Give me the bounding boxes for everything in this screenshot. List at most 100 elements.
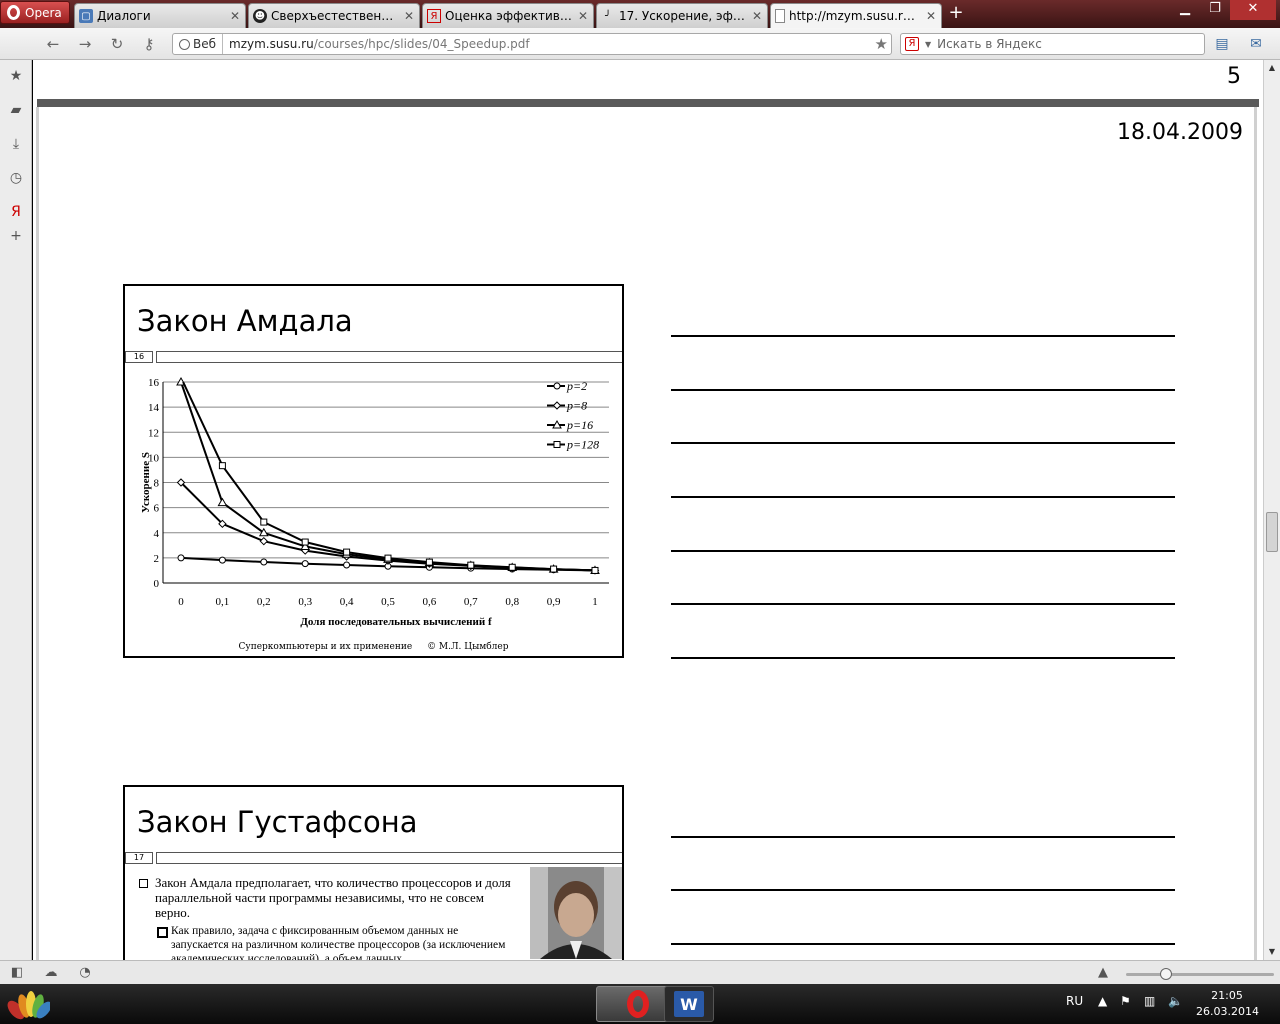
legend-marker xyxy=(553,441,561,448)
legend-marker xyxy=(553,382,561,390)
note-line xyxy=(671,442,1175,444)
slide-title-bar xyxy=(156,852,622,864)
add-panel-button[interactable]: + xyxy=(6,226,26,246)
zoom-menu-button[interactable]: ▲ xyxy=(1094,964,1112,982)
legend-label: p=16 xyxy=(566,418,593,432)
zoom-slider[interactable] xyxy=(1126,968,1274,980)
data-point xyxy=(218,556,226,564)
note-line xyxy=(671,836,1175,838)
plus-icon: + xyxy=(10,228,22,244)
series-line-p=128 xyxy=(182,381,596,572)
system-clock[interactable]: 21:05 26.03.2014 xyxy=(1196,988,1259,1020)
history-panel-button[interactable]: ◷ xyxy=(6,168,26,188)
new-tab-button[interactable]: + xyxy=(946,4,966,24)
close-icon[interactable]: ✕ xyxy=(229,9,241,23)
note-line xyxy=(671,889,1175,891)
bookmark-star-icon[interactable]: ★ xyxy=(875,35,888,53)
close-window-button[interactable]: ✕ xyxy=(1230,0,1276,20)
back-button[interactable]: ← xyxy=(42,34,64,54)
dialog-icon: ▢ xyxy=(79,9,93,23)
back-arrow-icon: ← xyxy=(46,35,60,53)
reload-button[interactable]: ↻ xyxy=(106,34,128,54)
bookmarks-panel-button[interactable]: ★ xyxy=(6,66,26,86)
scroll-down-arrow-icon[interactable]: ▼ xyxy=(1264,944,1280,960)
portrait-photo xyxy=(530,867,622,959)
y-tick-label: 4 xyxy=(154,528,160,540)
show-hidden-icons[interactable]: ▲ xyxy=(1098,994,1107,1008)
language-indicator[interactable]: RU xyxy=(1066,994,1083,1008)
tab-supernatural[interactable]: ☻ Сверхъестественное (... ✕ xyxy=(248,3,420,28)
opera-menu-button[interactable]: Opera xyxy=(0,1,70,24)
unite-button[interactable]: ☁ xyxy=(42,964,60,982)
action-center-icon[interactable]: ⚑ xyxy=(1120,994,1131,1008)
forward-button[interactable]: → xyxy=(74,34,96,54)
x-tick-label: 0,2 xyxy=(257,596,271,608)
status-bar: ◧ ☁ ◔ ▲ xyxy=(0,960,1280,984)
close-icon[interactable]: ✕ xyxy=(577,9,589,23)
opera-menu-label: Opera xyxy=(25,5,62,20)
slide-bullets: Закон Амдала предполагает, что количеств… xyxy=(137,875,517,960)
notes-panel-button[interactable]: ▰ xyxy=(6,100,26,120)
close-icon[interactable]: ✕ xyxy=(403,9,415,23)
downloads-panel-button[interactable]: ⤓ xyxy=(6,134,26,154)
globe-icon xyxy=(179,38,190,50)
y-tick-label: 16 xyxy=(148,377,160,389)
yandex-panel-button[interactable]: Я xyxy=(6,202,26,222)
mail-button[interactable]: ✉ xyxy=(1246,34,1266,54)
panel-toggle-button[interactable]: ◧ xyxy=(8,964,26,982)
pdf-viewer: 5 18.04.2009 Закон Амдала 16 0 2 4 6 8 10 12 14… xyxy=(33,60,1263,960)
yandex-search-icon: Я xyxy=(905,37,919,51)
tab-speedup[interactable]: ╯ 17. Ускорение, эффек... ✕ xyxy=(596,3,768,28)
data-point xyxy=(260,558,268,566)
close-icon[interactable]: ✕ xyxy=(925,9,937,23)
tab-pdf[interactable]: http://mzym.susu.ru/c... ✕ xyxy=(770,3,942,28)
speed-dial-button[interactable]: ◔ xyxy=(76,964,94,982)
page-tools-button[interactable]: ▤ xyxy=(1212,34,1232,54)
y-tick-label: 2 xyxy=(154,553,160,565)
slide-number: 16 xyxy=(125,351,153,363)
search-field[interactable]: Я ▼ Искать в Яндекс xyxy=(900,33,1205,55)
tab-efficiency[interactable]: Я Оценка эффективност... ✕ xyxy=(422,3,594,28)
maximize-button[interactable]: ❐ xyxy=(1200,0,1230,20)
note-line xyxy=(671,389,1175,391)
legend-label: p=128 xyxy=(566,438,599,452)
volume-icon[interactable]: 🔈 xyxy=(1168,994,1183,1008)
tab-dialogs[interactable]: ▢ Диалоги ✕ xyxy=(74,3,246,28)
security-badge[interactable]: Веб xyxy=(173,34,224,54)
note-line xyxy=(671,496,1175,498)
start-button[interactable] xyxy=(4,986,52,1022)
dropdown-arrow-icon[interactable]: ▼ xyxy=(925,40,931,49)
clock-date: 26.03.2014 xyxy=(1196,1005,1259,1018)
start-flower-icon xyxy=(7,991,52,1020)
legend-label: p=2 xyxy=(566,379,587,393)
page-separator xyxy=(37,99,1259,107)
x-tick-label: 0,5 xyxy=(381,596,395,608)
scroll-up-arrow-icon[interactable]: ▲ xyxy=(1264,60,1280,76)
clock-icon: ◷ xyxy=(9,170,23,186)
x-tick-label: 0,9 xyxy=(547,596,561,608)
wand-button[interactable]: ⚷ xyxy=(138,34,160,54)
vertical-scrollbar[interactable]: ▲ ▼ xyxy=(1263,60,1280,960)
minimize-button[interactable]: ▁ xyxy=(1170,0,1200,20)
note-line xyxy=(671,335,1175,337)
address-field[interactable]: Веб mzym.susu.ru/courses/hpc/slides/04_S… xyxy=(172,33,892,55)
opera-logo-icon xyxy=(7,5,20,20)
close-icon[interactable]: ✕ xyxy=(751,9,763,23)
address-toolbar: ← → ↻ ⚷ Веб mzym.susu.ru/courses/hpc/sli… xyxy=(0,28,1280,60)
triangle-up-icon: ▲ xyxy=(1098,965,1108,980)
note-icon: ▰ xyxy=(10,102,22,118)
legend-label: p=8 xyxy=(566,399,587,413)
taskbar-word[interactable]: W xyxy=(664,986,714,1022)
network-icon[interactable]: ▥ xyxy=(1144,994,1155,1008)
slide-title: Закон Густафсона xyxy=(137,805,418,839)
scroll-thumb[interactable] xyxy=(1266,512,1278,552)
data-point xyxy=(177,554,185,562)
x-tick-label: 0,6 xyxy=(423,596,437,608)
zoom-slider-knob[interactable] xyxy=(1160,968,1172,980)
x-tick-label: 0,7 xyxy=(464,596,478,608)
page-border-left xyxy=(36,107,39,960)
data-point xyxy=(301,560,309,568)
data-point xyxy=(550,565,558,573)
speedup-chart: 02468101214160 0,1 0,2 0,3 0,4 0,5 0,6 0,7 0,8 0,… xyxy=(140,376,609,628)
panel-toggle-icon: ◧ xyxy=(10,965,24,980)
